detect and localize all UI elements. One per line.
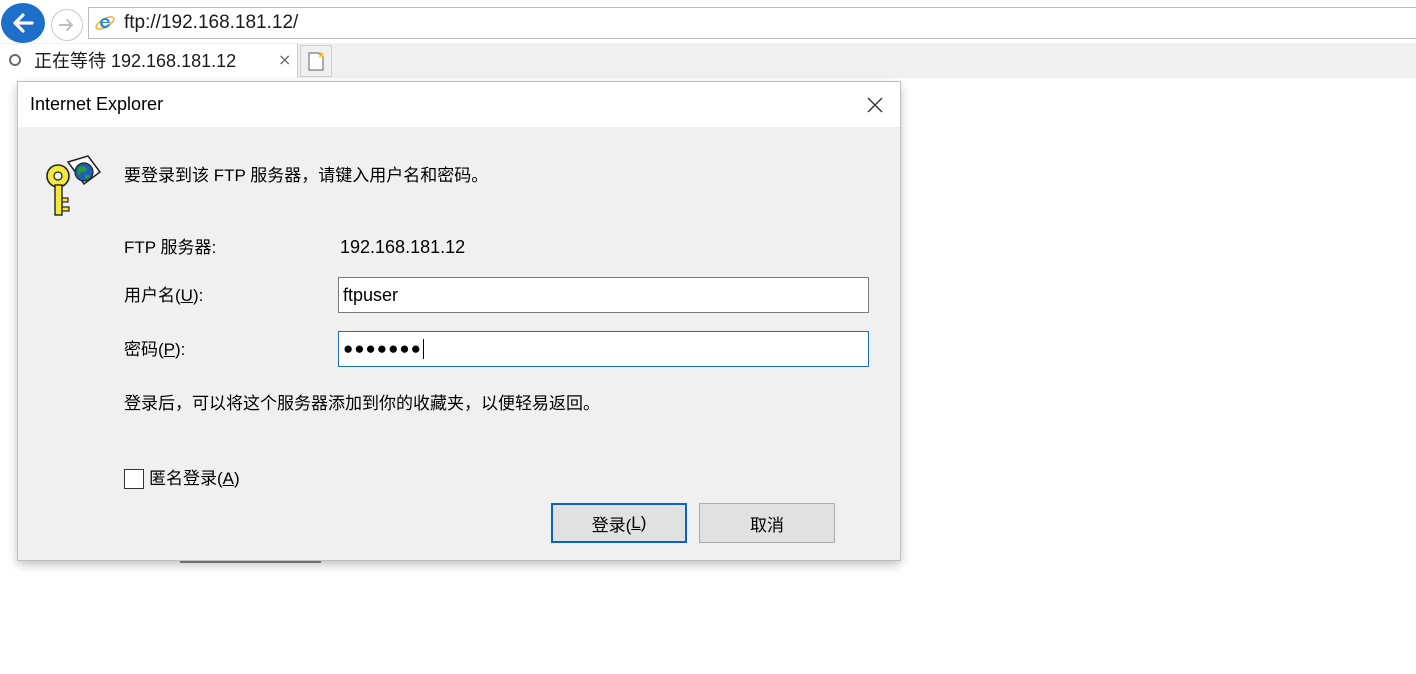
tab-close-button[interactable]: × — [278, 50, 291, 70]
new-tab-button[interactable] — [300, 45, 332, 77]
new-tab-icon — [308, 51, 325, 71]
back-arrow-icon — [13, 13, 34, 33]
ie-logo-icon — [95, 16, 115, 30]
back-button[interactable] — [1, 3, 45, 43]
loading-spinner-icon — [9, 54, 21, 66]
anonymous-login-checkbox[interactable] — [124, 469, 144, 489]
anonymous-login-label[interactable]: 匿名登录(A) — [149, 468, 240, 490]
server-value: 192.168.181.12 — [340, 237, 466, 257]
ftp-login-dialog: Internet Explorer 要登录到该 FTP 服务器，请键入用户名和密… — [18, 82, 900, 560]
dialog-title: Internet Explorer — [30, 94, 164, 114]
tab-bar: 正在等待 192.168.181.12 × — [0, 43, 1416, 78]
username-value: ftpuser — [343, 284, 399, 305]
dialog-titlebar: Internet Explorer — [18, 82, 900, 127]
dialog-close-button[interactable] — [860, 92, 890, 118]
password-field[interactable]: ●●●●●●● — [338, 331, 869, 367]
password-label: 密码(P): — [124, 340, 186, 359]
username-label: 用户名(U): — [124, 286, 204, 305]
text-caret — [422, 339, 424, 359]
login-prompt: 要登录到该 FTP 服务器，请键入用户名和密码。 — [124, 166, 489, 185]
forward-arrow-icon — [59, 19, 73, 31]
address-bar[interactable]: ftp://192.168.181.12/ — [88, 7, 1416, 39]
password-mask: ●●●●●●● — [343, 339, 422, 358]
forward-button[interactable] — [51, 9, 83, 41]
key-globe-icon — [46, 155, 102, 216]
address-text[interactable]: ftp://192.168.181.12/ — [124, 12, 298, 34]
username-field[interactable]: ftpuser — [338, 277, 869, 313]
favorites-note: 登录后，可以将这个服务器添加到你的收藏夹，以便轻易返回。 — [124, 394, 600, 413]
tab-active[interactable]: 正在等待 192.168.181.12 × — [0, 44, 298, 78]
server-label: FTP 服务器: — [124, 238, 217, 257]
navigation-bar: ftp://192.168.181.12/ — [0, 0, 1416, 46]
login-button[interactable]: 登录(L) — [551, 503, 687, 543]
tab-title: 正在等待 192.168.181.12 — [34, 51, 237, 71]
close-icon — [867, 97, 883, 113]
cancel-button[interactable]: 取消 — [699, 503, 835, 543]
